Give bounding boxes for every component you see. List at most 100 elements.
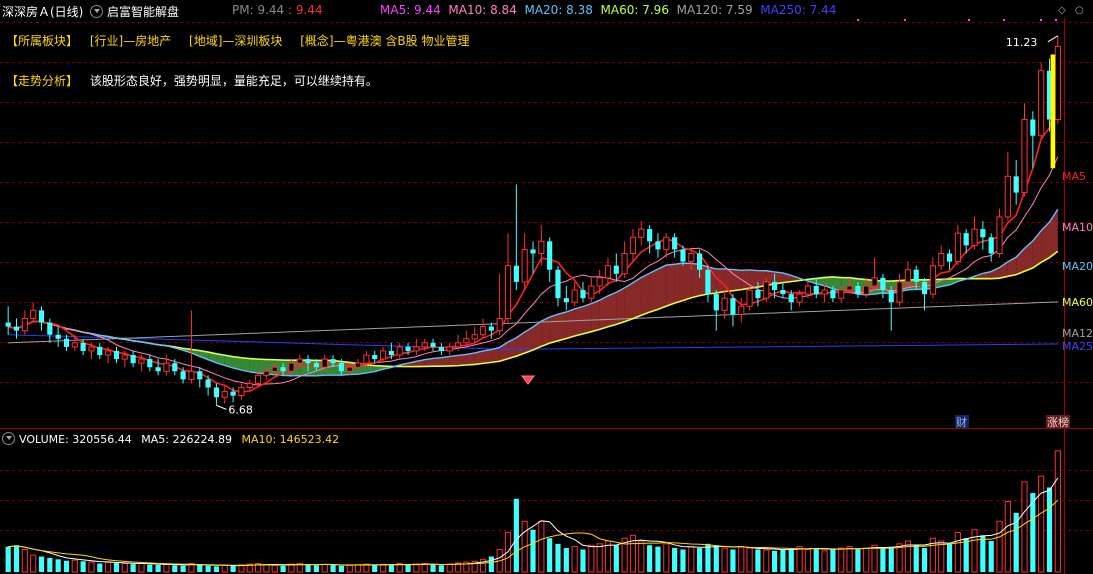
volume-bar-down: [338, 565, 344, 572]
volume-bar-up: [163, 563, 170, 573]
candle-body-up: [346, 366, 353, 372]
volume-bar-down: [330, 564, 336, 572]
candle-body-up: [71, 342, 78, 348]
signal-dot: [857, 19, 859, 21]
candle-body-down: [305, 359, 311, 364]
candle-body-up: [688, 252, 695, 263]
volume-bar-down: [55, 559, 61, 572]
candle-body-down: [647, 229, 653, 242]
volume-bar-down: [680, 549, 686, 572]
candle-body-down: [813, 285, 819, 295]
candle-body-up: [838, 289, 845, 299]
volume-bar-up: [121, 563, 128, 573]
candle-body-down: [655, 241, 661, 250]
candle-body-up: [821, 289, 828, 295]
volume-bar-down: [405, 564, 411, 572]
volume-bar-up: [30, 554, 37, 573]
volume-bar-down: [113, 562, 120, 572]
indicator-selector[interactable]: 启富智能解盘: [90, 3, 179, 20]
volume-bar-down: [713, 545, 719, 572]
volume-bar-up: [688, 546, 695, 573]
candle-body-down: [772, 281, 778, 291]
sector-region[interactable]: [地域]—深圳板块: [189, 34, 282, 48]
ma250-readout: MA250: 7.44: [760, 3, 837, 17]
volume-bar-up: [821, 550, 828, 573]
ma-readouts: MA5: 9.44 MA10: 8.84 MA20: 8.38 MA60: 7.…: [380, 3, 836, 17]
volume-bar-down: [172, 565, 178, 572]
ma-ribbon-segment: [458, 354, 467, 366]
candle-body-down: [197, 371, 203, 380]
candle-body-up: [863, 285, 870, 295]
zhangting-tag: 涨榜: [1047, 415, 1069, 429]
ma-ribbon-segment: [574, 306, 583, 337]
volume-bar-down: [655, 546, 661, 572]
low-price-label: 6.68: [228, 403, 253, 416]
volume-bar-down: [530, 529, 536, 572]
candle-body-down: [213, 387, 220, 398]
volume-bar-up: [804, 548, 811, 573]
signal-dot: [1040, 19, 1042, 21]
candle-body-down: [530, 249, 536, 254]
pm-label: PM: 9.44: [232, 3, 285, 17]
candle-body-down: [980, 229, 986, 238]
candle-body-down: [713, 294, 719, 311]
volume-bar-down: [913, 545, 919, 572]
ma-ribbon-segment: [666, 264, 675, 307]
candle-body-up: [538, 240, 545, 254]
volume-bar-down: [388, 565, 394, 572]
volume-bar-up: [1054, 450, 1061, 573]
volume-dropdown-icon[interactable]: [2, 432, 15, 445]
signal-dot: [1055, 19, 1057, 21]
volume-bar-up: [596, 543, 603, 573]
candle-body-down: [5, 322, 11, 327]
sector-industry[interactable]: [行业]—房地产: [90, 34, 171, 48]
candle-body-up: [296, 358, 303, 364]
sector-concept[interactable]: [概念]—粤港澳 含B股 物业管理: [300, 34, 469, 48]
candle-body-down: [780, 290, 786, 295]
candle-body-up: [596, 277, 603, 287]
ma-ribbon-segment: [591, 300, 600, 332]
volume-bar-down: [730, 549, 736, 572]
candle-body-up: [663, 236, 670, 250]
ma5-readout: MA5: 9.44: [380, 3, 441, 17]
settings-diamond-icon[interactable]: ◇: [1058, 5, 1066, 16]
volume-bar-up: [838, 547, 845, 573]
candle-body-up: [496, 317, 503, 332]
signal-dot: [968, 19, 970, 21]
candle-body-up: [446, 346, 453, 352]
candle-body-up: [1038, 70, 1045, 137]
candle-body-up: [1054, 45, 1061, 120]
candle-body-down: [988, 237, 994, 254]
volume-bar-down: [697, 548, 703, 572]
collapse-icon[interactable]: ○: [1075, 5, 1084, 16]
candle-body-up: [621, 252, 628, 275]
volume-bar-up: [996, 520, 1003, 573]
ma-tag-ma12: MA12: [1062, 327, 1093, 340]
volume-bar-up: [21, 548, 28, 573]
candle-body-up: [105, 350, 112, 356]
candle-body-down: [38, 310, 45, 323]
candle-body-up: [413, 346, 420, 352]
volume-bar-down: [438, 565, 444, 572]
ma-ribbon-segment: [241, 357, 250, 372]
candle-body-up: [638, 228, 645, 238]
candle-body-up: [163, 362, 170, 372]
stock-title[interactable]: 深深房Ａ(日线): [2, 3, 83, 20]
volume-bar-down: [305, 564, 311, 572]
high-arrow: [1047, 35, 1059, 43]
volume-bar-up: [354, 564, 362, 573]
candle-body-down: [147, 359, 153, 368]
ma-ribbon-segment: [582, 303, 592, 334]
volume-bar-down: [180, 565, 186, 572]
ma-ribbon-segment: [624, 282, 633, 322]
cai-tag: 财: [956, 415, 967, 429]
volume-bar-down: [963, 538, 969, 572]
low-arrow: [216, 404, 227, 410]
candle-body-down: [113, 350, 120, 360]
volume-bar-up: [263, 564, 270, 573]
dropdown-icon[interactable]: [90, 5, 103, 18]
price-label: : 9.44: [288, 3, 323, 17]
candle-body-up: [221, 391, 228, 398]
candle-body-down: [172, 363, 178, 372]
volume-bar-up: [846, 546, 853, 573]
